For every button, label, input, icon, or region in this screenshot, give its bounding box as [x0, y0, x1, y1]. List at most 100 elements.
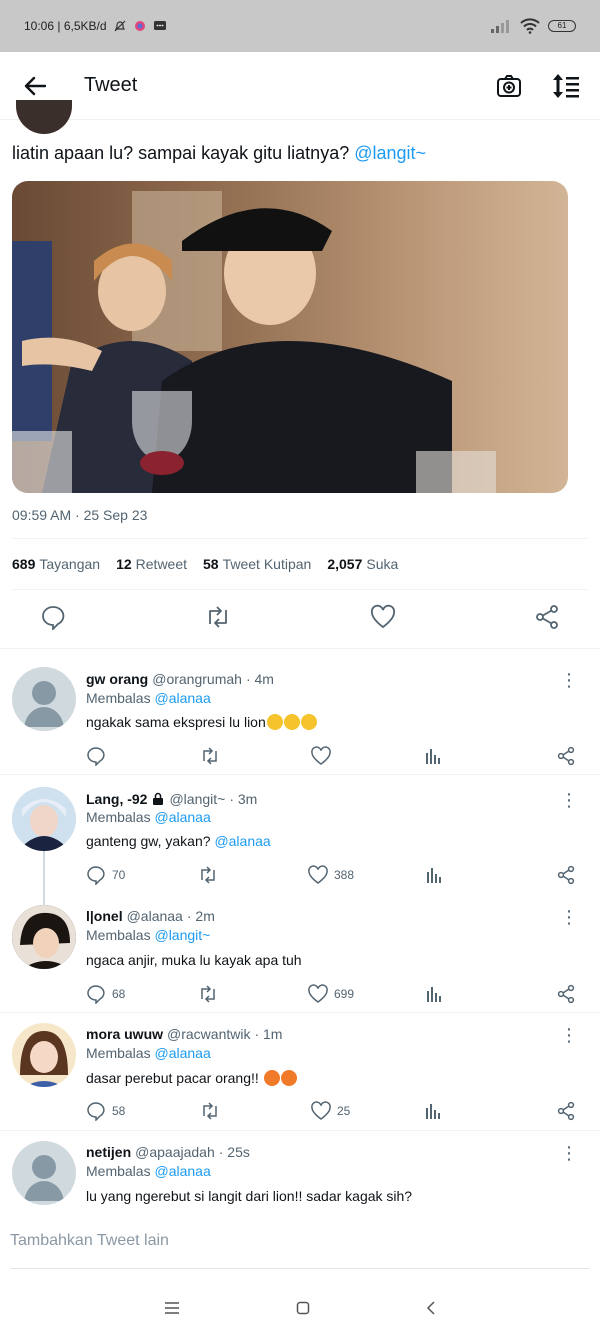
reply-item[interactable]: netijen @apaajadah · 25s ⋮ Membalas @alana… [0, 1130, 600, 1214]
app-notification-icon [134, 21, 145, 31]
reply-button[interactable]: 68 [86, 984, 126, 1004]
like-button[interactable]: 388 [308, 865, 354, 885]
retweet-button[interactable] [199, 1101, 239, 1121]
author-avatar[interactable] [16, 100, 72, 134]
stat-quotes[interactable]: 58 Tweet Kutipan [203, 556, 311, 572]
reply-mention-link[interactable]: @alanaa [214, 833, 270, 849]
replying-to-link[interactable]: @alanaa [154, 809, 210, 825]
replying-prefix: Membalas [86, 690, 151, 706]
replying-prefix: Membalas [86, 1163, 151, 1179]
reply-count: 58 [112, 1104, 126, 1118]
reply-author-name[interactable]: Lang, -92 [86, 791, 147, 807]
reply-icon [87, 985, 105, 1004]
retweet-icon[interactable] [204, 604, 232, 630]
reply-button[interactable]: 70 [86, 865, 126, 885]
tweet-photo[interactable] [12, 181, 568, 493]
reply-avatar[interactable] [12, 1141, 76, 1205]
more-options-icon[interactable]: ⋮ [560, 1144, 578, 1162]
share-button[interactable] [536, 865, 576, 885]
retweet-icon [201, 985, 215, 1003]
reply-actions: 70 388 [86, 865, 576, 885]
replying-to-link[interactable]: @alanaa [154, 1045, 210, 1061]
status-bar: 10:06 | 6,5KB/d 61 [0, 0, 600, 52]
tweet-stats: 689 Tayangan 12 Retweet 58 Tweet Kutipan 2,… [12, 556, 398, 572]
like-button[interactable]: 699 [308, 984, 354, 1004]
reply-author-name[interactable]: l|onel [86, 908, 123, 924]
retweet-icon [201, 866, 215, 884]
more-options-icon[interactable]: ⋮ [560, 908, 578, 926]
photo-image [12, 181, 568, 493]
analytics-button[interactable] [424, 1102, 464, 1120]
retweet-button[interactable] [197, 865, 237, 885]
retweet-button[interactable] [199, 746, 239, 766]
reply-avatar[interactable] [12, 905, 76, 969]
share-button[interactable] [536, 746, 576, 766]
analytics-button[interactable] [425, 985, 465, 1003]
reply-time: · 1m [254, 1026, 283, 1042]
more-options-icon[interactable]: ⋮ [560, 671, 578, 689]
share-button[interactable] [536, 1101, 576, 1121]
stat-likes[interactable]: 2,057 Suka [327, 556, 398, 572]
reply-item[interactable]: Lang, -92 @langit~ · 3m ⋮ Membalas @alanaa… [0, 774, 600, 1012]
reply-actions [86, 746, 576, 766]
like-icon [308, 865, 328, 884]
reply-button[interactable]: 58 [86, 1101, 126, 1121]
reply-text: lu yang ngerebut si langit dari lion!! s… [86, 1188, 413, 1204]
add-tweet-input[interactable]: Tambahkan Tweet lain [10, 1232, 590, 1269]
reply-author-name[interactable]: netijen [86, 1144, 131, 1160]
analytics-button[interactable] [424, 747, 464, 765]
reply-avatar[interactable] [12, 1023, 76, 1087]
tweet-text: liatin apaan lu? sampai kayak gitu liatn… [12, 143, 426, 164]
back-button[interactable] [20, 71, 50, 101]
replying-to-link[interactable]: @alanaa [154, 690, 210, 706]
like-button[interactable]: 25 [311, 1101, 351, 1121]
analytics-icon [425, 749, 440, 764]
camera-add-icon[interactable] [496, 73, 522, 99]
analytics-button[interactable] [425, 866, 465, 884]
retweet-button[interactable] [197, 984, 237, 1004]
crying-laughing-emoji-icon [300, 714, 317, 730]
tweet-mention-link[interactable]: @langit~ [354, 143, 426, 163]
avatar-image [12, 787, 76, 851]
reply-author-name[interactable]: mora uwuw [86, 1026, 163, 1042]
reply-button[interactable] [86, 746, 126, 766]
retweet-icon [202, 747, 217, 765]
app-bar: Tweet [0, 52, 600, 120]
thread-line [43, 851, 45, 907]
share-icon[interactable] [534, 604, 560, 630]
home-icon[interactable] [296, 1301, 310, 1315]
replying-prefix: Membalas [86, 927, 151, 943]
avatar-image [12, 1023, 76, 1087]
replying-to-link[interactable]: @langit~ [154, 927, 210, 943]
back-nav-icon[interactable] [426, 1300, 436, 1316]
more-options-icon[interactable]: ⋮ [560, 1026, 578, 1044]
reply-item[interactable]: mora uwuw @racwantwik · 1m ⋮ Membalas @ala… [0, 1012, 600, 1130]
reply-icon[interactable] [40, 604, 66, 630]
share-icon [557, 865, 575, 885]
tweet-timestamp: 09:59 AM · 25 Sep 23 [12, 507, 148, 523]
replying-to-link[interactable]: @alanaa [154, 1163, 210, 1179]
more-options-icon[interactable]: ⋮ [560, 791, 578, 809]
like-icon[interactable] [370, 604, 396, 630]
reply-avatar[interactable] [12, 667, 76, 731]
reply-actions: 68 699 [86, 984, 576, 1004]
default-avatar-icon [24, 681, 64, 727]
reply-item[interactable]: gw orang @orangrumah · 4m ⋮ Membalas @alan… [0, 648, 600, 774]
stat-retweets[interactable]: 12 Retweet [116, 556, 187, 572]
reply-actions: 58 25 [86, 1101, 576, 1121]
system-nav-bar [0, 1283, 600, 1333]
sort-replies-icon[interactable] [552, 73, 580, 99]
reply-avatar[interactable] [12, 787, 76, 851]
reply-time: · 25s [218, 1144, 250, 1160]
reply-handle: @racwantwik [167, 1026, 251, 1042]
reply-handle: @orangrumah [152, 671, 242, 687]
reply-handle: @langit~ [169, 791, 226, 807]
menu-icon[interactable] [164, 1301, 180, 1315]
like-button[interactable] [311, 746, 351, 766]
angry-face-emoji-icon [280, 1070, 297, 1086]
stat-views[interactable]: 689 Tayangan [12, 556, 100, 572]
retweet-icon [202, 1102, 217, 1120]
reply-author-name[interactable]: gw orang [86, 671, 148, 687]
reply-count: 70 [112, 868, 126, 882]
share-button[interactable] [536, 984, 576, 1004]
